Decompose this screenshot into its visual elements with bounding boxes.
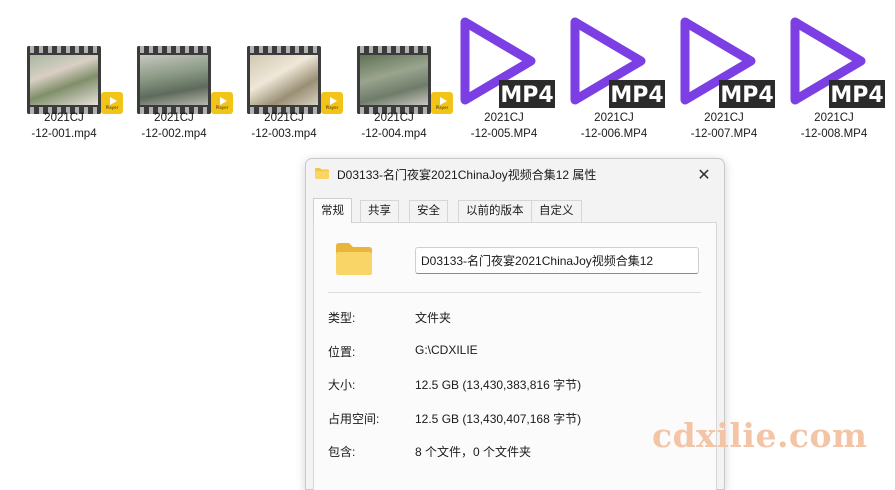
folder-icon: [315, 168, 329, 179]
file-name-ext: -12-005.MP4: [470, 128, 538, 140]
property-label: 类型:: [328, 311, 356, 325]
property-value: 12.5 GB (13,430,383,816 字节): [415, 378, 582, 392]
file-name-ext: -12-001.mp4: [31, 128, 97, 140]
file-item-006[interactable]: MP4 2021CJ -12-006.MP4: [559, 8, 669, 140]
file-item-004[interactable]: Player 2021CJ -12-004.mp4: [339, 8, 453, 140]
dialog-title: D03133-名门夜宴2021ChinaJoy视频合集12 属性: [337, 168, 597, 182]
video-thumbnail-icon: Player: [339, 8, 453, 114]
mp4-badge-text: MP4: [500, 83, 553, 108]
property-label: 大小:: [328, 378, 356, 392]
mp4-play-icon: MP4: [680, 17, 775, 108]
property-value: G:\CDXILIE: [415, 343, 478, 357]
tab-general[interactable]: 常规: [313, 198, 352, 223]
watermark: cdxilie.com: [652, 416, 868, 455]
file-item-001[interactable]: Player 2021CJ -12-001.mp4: [9, 8, 123, 140]
file-name-ext: -12-004.mp4: [361, 128, 427, 140]
file-name: 2021CJ: [704, 112, 744, 124]
property-value: 文件夹: [415, 311, 452, 325]
file-name-ext: -12-008.MP4: [800, 128, 868, 140]
mp4-badge-text: MP4: [610, 83, 663, 108]
file-item-005[interactable]: MP4 2021CJ -12-005.MP4: [449, 8, 559, 140]
folder-name-field[interactable]: D03133-名门夜宴2021ChinaJoy视频合集12: [415, 247, 699, 274]
mp4-badge-text: MP4: [720, 83, 773, 108]
tab-sharing[interactable]: 共享: [360, 200, 399, 222]
file-name: 2021CJ: [814, 112, 854, 124]
file-item-002[interactable]: Player 2021CJ -12-002.mp4: [119, 8, 233, 140]
mp4-badge-text: MP4: [830, 83, 883, 108]
property-label: 包含:: [328, 445, 356, 459]
tab-security[interactable]: 安全: [409, 200, 448, 222]
file-name: 2021CJ: [154, 112, 194, 124]
title-bar[interactable]: D03133-名门夜宴2021ChinaJoy视频合集12 属性 ✕: [306, 159, 724, 189]
property-value: 12.5 GB (13,430,407,168 字节): [415, 412, 582, 426]
file-name: 2021CJ: [44, 112, 84, 124]
video-thumbnail-icon: Player: [119, 8, 233, 114]
tab-customize[interactable]: 自定义: [531, 200, 582, 222]
file-name-ext: -12-006.MP4: [580, 128, 648, 140]
file-name-ext: -12-002.mp4: [141, 128, 207, 140]
file-name: 2021CJ: [374, 112, 414, 124]
property-value: 8 个文件，0 个文件夹: [415, 445, 532, 459]
mp4-play-icon: MP4: [570, 17, 665, 108]
file-name: 2021CJ: [594, 112, 634, 124]
mp4-play-icon: MP4: [460, 17, 555, 108]
tab-previous-versions[interactable]: 以前的版本: [458, 200, 532, 222]
divider: [328, 292, 701, 293]
file-name-ext: -12-007.MP4: [690, 128, 758, 140]
property-label: 位置:: [328, 345, 356, 359]
file-item-007[interactable]: MP4 2021CJ -12-007.MP4: [669, 8, 779, 140]
mp4-play-icon: MP4: [790, 17, 885, 108]
property-label: 占用空间:: [328, 412, 380, 426]
file-name: 2021CJ: [264, 112, 304, 124]
folder-icon: [336, 243, 372, 275]
close-button[interactable]: ✕: [684, 159, 724, 189]
file-name: 2021CJ: [484, 112, 524, 124]
file-name-ext: -12-003.mp4: [251, 128, 317, 140]
file-item-008[interactable]: MP4 2021CJ -12-008.MP4: [779, 8, 889, 140]
video-thumbnail-icon: Player: [9, 8, 123, 114]
video-thumbnail-icon: Player: [229, 8, 343, 114]
file-item-003[interactable]: Player 2021CJ -12-003.mp4: [229, 8, 343, 140]
file-grid: Player 2021CJ -12-001.mp4 Player 2021CJ -1…: [0, 0, 895, 150]
